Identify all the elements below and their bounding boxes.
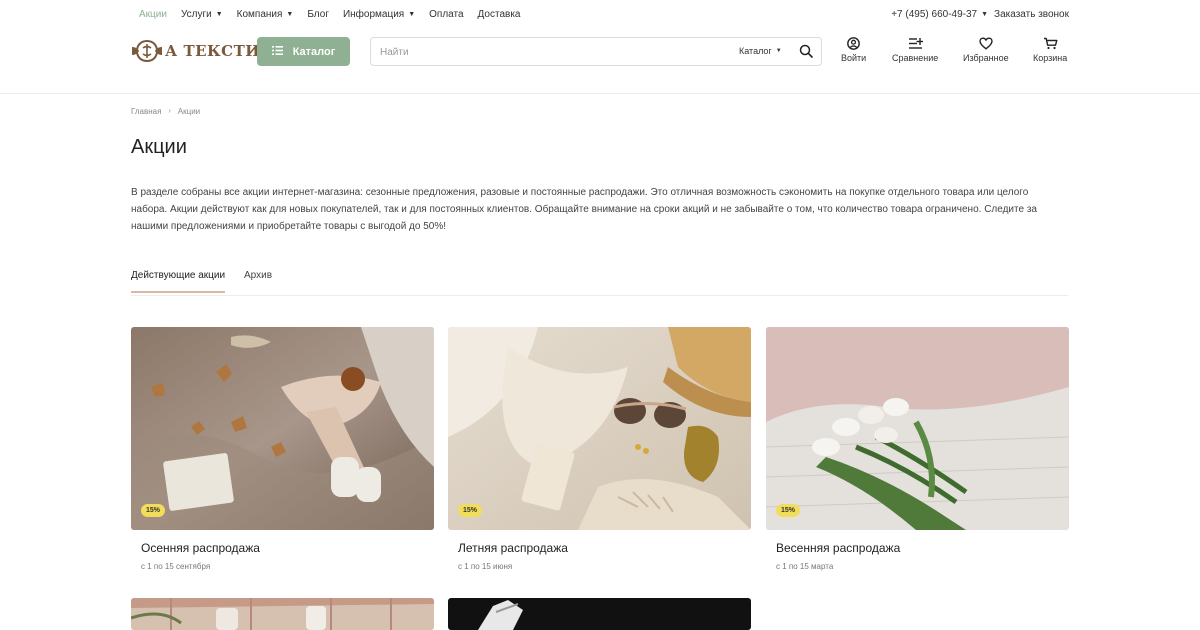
topnav-item-promos[interactable]: Акции	[139, 9, 167, 20]
promo-image[interactable]	[448, 598, 751, 630]
caret-down-icon[interactable]: ▼	[981, 11, 988, 18]
tabs: Действующие акции Архив	[131, 270, 1068, 296]
topnav-item-company[interactable]: Компания ▼	[237, 9, 294, 20]
promo-title[interactable]: Весенняя распродажа	[776, 541, 900, 555]
cart-icon	[1043, 37, 1058, 50]
cart-button[interactable]: Корзина	[1033, 37, 1067, 63]
top-bar: Акции Услуги ▼ Компания ▼ Блог Информация ▼…	[0, 0, 1200, 28]
tab-archive[interactable]: Архив	[244, 270, 272, 291]
contact-block: +7 (495) 660-49-37 ▼ Заказать звонок	[891, 9, 1069, 20]
promo-dates: с 1 по 15 июня	[458, 562, 513, 571]
promo-dates: с 1 по 15 сентября	[141, 562, 211, 571]
promo-dates: с 1 по 15 марта	[776, 562, 834, 571]
login-button[interactable]: Войти	[841, 37, 866, 63]
topnav-item-info[interactable]: Информация ▼	[343, 9, 415, 20]
tab-active-promos[interactable]: Действующие акции	[131, 270, 226, 293]
discount-badge: 15%	[776, 504, 801, 517]
compare-button[interactable]: Сравнение	[892, 37, 938, 63]
discount-badge: 15%	[458, 504, 483, 517]
discount-badge: 15%	[141, 504, 166, 517]
header-actions: Войти Сравнение Избранное Корзина	[0, 37, 1200, 67]
header-divider	[0, 93, 1200, 94]
compare-icon	[908, 38, 923, 49]
page-intro: В разделе собраны все акции интернет-маг…	[131, 187, 1037, 232]
promo-title[interactable]: Осенняя распродажа	[141, 541, 260, 555]
promo-image-autumn[interactable]	[131, 327, 434, 530]
favorites-button[interactable]: Избранное	[963, 37, 1009, 63]
callback-link[interactable]: Заказать звонок	[994, 9, 1069, 20]
heart-icon	[979, 37, 993, 50]
page-title: Акции	[131, 136, 187, 158]
topnav-item-payment[interactable]: Оплата	[429, 9, 463, 20]
phone-number[interactable]: +7 (495) 660-49-37	[891, 9, 977, 20]
caret-down-icon: ▼	[215, 11, 223, 18]
promo-image[interactable]	[131, 598, 434, 630]
topnav-item-delivery[interactable]: Доставка	[478, 9, 521, 20]
promo-image-summer[interactable]	[448, 327, 751, 530]
topnav-item-services[interactable]: Услуги ▼	[181, 9, 223, 20]
top-nav: Акции Услуги ▼ Компания ▼ Блог Информация ▼…	[139, 9, 535, 20]
user-icon	[847, 37, 860, 50]
caret-down-icon: ▼	[408, 11, 416, 18]
breadcrumb: Главная › Акции	[131, 107, 200, 116]
chevron-right-icon: ›	[168, 108, 171, 115]
promo-title[interactable]: Летняя распродажа	[458, 541, 568, 555]
topnav-item-blog[interactable]: Блог	[307, 9, 329, 20]
breadcrumb-home[interactable]: Главная	[131, 107, 161, 116]
caret-down-icon: ▼	[286, 11, 294, 18]
breadcrumb-current: Акции	[177, 107, 201, 116]
promo-image-spring[interactable]	[766, 327, 1069, 530]
